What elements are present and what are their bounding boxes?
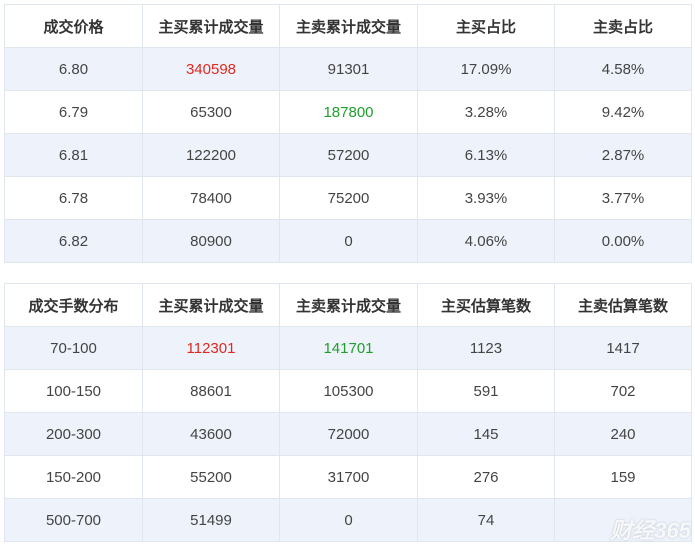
cell-sell-volume: 187800	[279, 90, 418, 134]
cell-buy-ratio: 6.13%	[417, 133, 555, 177]
header-lot-range: 成交手数分布	[4, 283, 143, 327]
header-sell-count: 主卖估算笔数	[554, 283, 692, 327]
cell-buy-volume: 78400	[142, 176, 280, 220]
header-buy-volume: 主买累计成交量	[142, 4, 280, 48]
cell-buy-ratio: 17.09%	[417, 47, 555, 91]
cell-lot-range: 100-150	[4, 369, 143, 413]
cell-buy-count: 74	[417, 498, 555, 542]
cell-sell-ratio: 3.77%	[554, 176, 692, 220]
cell-buy-volume: 112301	[142, 326, 280, 370]
cell-sell-volume: 75200	[279, 176, 418, 220]
header-price: 成交价格	[4, 4, 143, 48]
cell-sell-ratio: 0.00%	[554, 219, 692, 263]
cell-buy-count: 276	[417, 455, 555, 499]
cell-lot-range: 150-200	[4, 455, 143, 499]
cell-sell-volume: 72000	[279, 412, 418, 456]
header-sell-volume: 主卖累计成交量	[279, 283, 418, 327]
header-sell-volume: 主卖累计成交量	[279, 4, 418, 48]
cell-sell-volume: 31700	[279, 455, 418, 499]
cell-sell-volume: 0	[279, 219, 418, 263]
header-buy-ratio: 主买占比	[417, 4, 555, 48]
cell-sell-count: 1417	[554, 326, 692, 370]
cell-sell-ratio: 2.87%	[554, 133, 692, 177]
cell-lot-range: 500-700	[4, 498, 143, 542]
cell-sell-volume: 91301	[279, 47, 418, 91]
cell-sell-ratio: 4.58%	[554, 47, 692, 91]
cell-buy-count: 1123	[417, 326, 555, 370]
table-row: 6.78 78400 75200 3.93% 3.77%	[4, 176, 692, 220]
cell-sell-count: 159	[554, 455, 692, 499]
cell-buy-volume: 65300	[142, 90, 280, 134]
table-row: 150-200 55200 31700 276 159	[4, 455, 692, 499]
price-distribution-table: 成交价格 主买累计成交量 主卖累计成交量 主买占比 主卖占比 6.80 3405…	[4, 4, 692, 263]
cell-lot-range: 200-300	[4, 412, 143, 456]
cell-buy-count: 145	[417, 412, 555, 456]
cell-sell-count: 240	[554, 412, 692, 456]
table-row: 6.79 65300 187800 3.28% 9.42%	[4, 90, 692, 134]
cell-price: 6.81	[4, 133, 143, 177]
header-buy-volume: 主买累计成交量	[142, 283, 280, 327]
cell-buy-volume: 43600	[142, 412, 280, 456]
table-row: 6.81 122200 57200 6.13% 2.87%	[4, 133, 692, 177]
table-header-row: 成交手数分布 主买累计成交量 主卖累计成交量 主买估算笔数 主卖估算笔数	[4, 283, 692, 327]
header-buy-count: 主买估算笔数	[417, 283, 555, 327]
cell-price: 6.80	[4, 47, 143, 91]
table-row: 6.80 340598 91301 17.09% 4.58%	[4, 47, 692, 91]
cell-buy-volume: 80900	[142, 219, 280, 263]
cell-sell-volume: 141701	[279, 326, 418, 370]
cell-buy-count: 591	[417, 369, 555, 413]
table-header-row: 成交价格 主买累计成交量 主卖累计成交量 主买占比 主卖占比	[4, 4, 692, 48]
header-sell-ratio: 主卖占比	[554, 4, 692, 48]
cell-sell-volume: 105300	[279, 369, 418, 413]
cell-sell-volume: 0	[279, 498, 418, 542]
lot-size-distribution-table: 成交手数分布 主买累计成交量 主卖累计成交量 主买估算笔数 主卖估算笔数 70-…	[4, 283, 692, 542]
table-row: 500-700 51499 0 74	[4, 498, 692, 542]
cell-lot-range: 70-100	[4, 326, 143, 370]
cell-sell-ratio: 9.42%	[554, 90, 692, 134]
cell-sell-volume: 57200	[279, 133, 418, 177]
cell-buy-volume: 88601	[142, 369, 280, 413]
cell-price: 6.78	[4, 176, 143, 220]
table-row: 100-150 88601 105300 591 702	[4, 369, 692, 413]
table-row: 200-300 43600 72000 145 240	[4, 412, 692, 456]
cell-buy-volume: 55200	[142, 455, 280, 499]
cell-sell-count: 702	[554, 369, 692, 413]
cell-price: 6.82	[4, 219, 143, 263]
cell-buy-volume: 340598	[142, 47, 280, 91]
cell-buy-ratio: 3.93%	[417, 176, 555, 220]
cell-price: 6.79	[4, 90, 143, 134]
cell-buy-ratio: 4.06%	[417, 219, 555, 263]
cell-sell-count	[554, 498, 692, 542]
cell-buy-volume: 51499	[142, 498, 280, 542]
table-row: 70-100 112301 141701 1123 1417	[4, 326, 692, 370]
cell-buy-volume: 122200	[142, 133, 280, 177]
cell-buy-ratio: 3.28%	[417, 90, 555, 134]
table-row: 6.82 80900 0 4.06% 0.00%	[4, 219, 692, 263]
